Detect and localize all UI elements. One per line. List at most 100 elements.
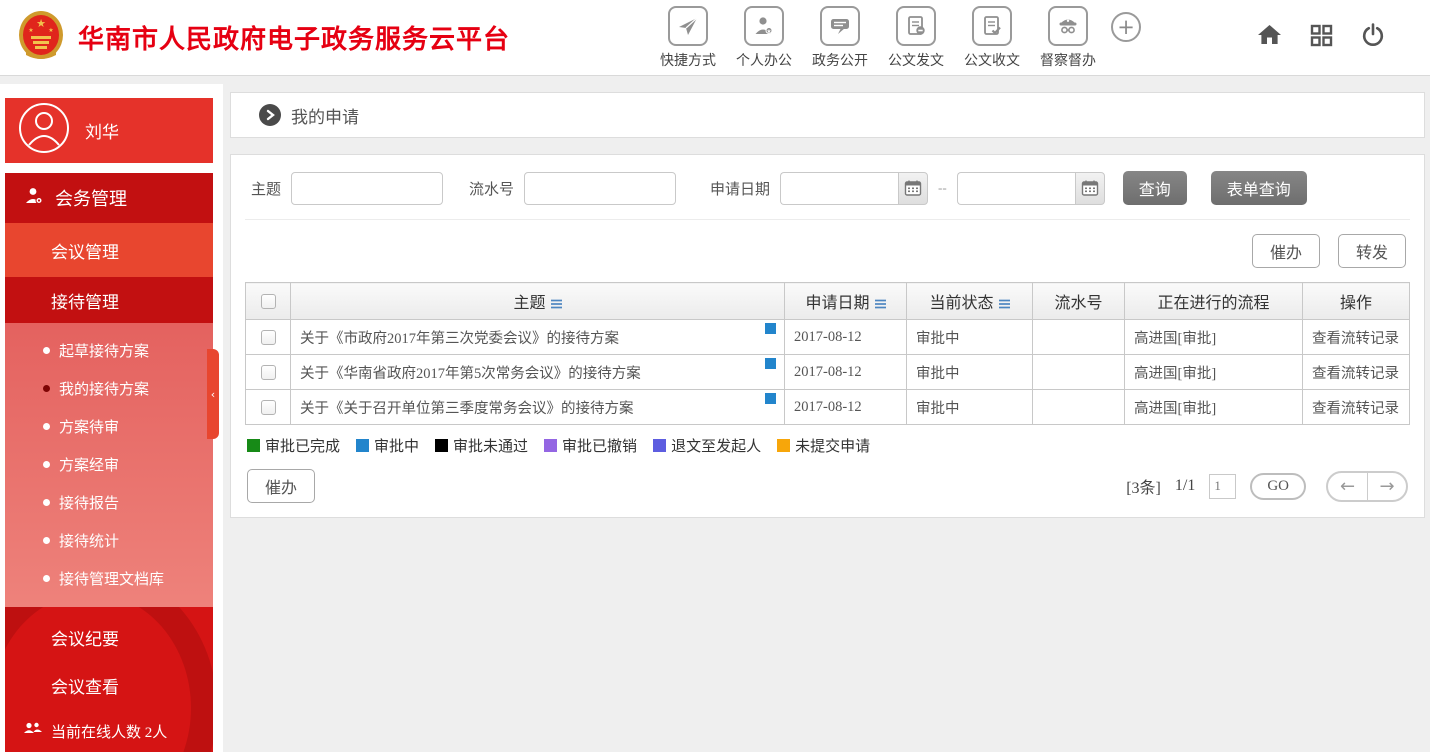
- row-subject-link[interactable]: 关于《关于召开单位第三季度常务会议》的接待方案: [300, 401, 634, 417]
- user-name: 刘华: [85, 118, 119, 143]
- send-icon: [668, 6, 708, 46]
- home-icon[interactable]: [1256, 22, 1283, 53]
- row-serial: [1033, 390, 1125, 425]
- sidebar-item-huiwu-guanli[interactable]: 会务管理: [5, 173, 213, 223]
- sidebar-item-label: 会务管理: [55, 185, 127, 211]
- sidebar-subitem-label: 方案经审: [59, 454, 119, 475]
- forward-button[interactable]: 转发: [1338, 234, 1406, 268]
- sidebar-subitem-label: 起草接待方案: [59, 340, 149, 361]
- sidebar-subitem-jiedai-baogao[interactable]: 接待报告: [5, 483, 213, 521]
- view-flow-record-link[interactable]: 查看流转记录: [1303, 320, 1410, 355]
- urge-button[interactable]: 催办: [1252, 234, 1320, 268]
- quick-item-label: 政务公开: [807, 50, 873, 70]
- subject-input[interactable]: [291, 172, 443, 205]
- view-flow-record-link[interactable]: 查看流转记录: [1303, 355, 1410, 390]
- table-header-row: 主题 申请日期 当前状态 流水号 正在进行的流程 操作: [246, 283, 1410, 320]
- sidebar-item-jiedai-guanli[interactable]: 接待管理: [5, 277, 213, 323]
- top-bar: ★ ★ ★ 华南市人民政府电子政务服务云平台 快捷方式 ★ 个人办公: [0, 0, 1430, 76]
- column-flow: 正在进行的流程: [1125, 283, 1303, 320]
- column-date[interactable]: 申请日期: [785, 283, 907, 320]
- page-input[interactable]: [1209, 474, 1236, 499]
- quick-item-shortcut[interactable]: 快捷方式: [655, 6, 721, 70]
- brand: ★ ★ ★ 华南市人民政府电子政务服务云平台: [0, 10, 560, 65]
- status-indicator: [765, 323, 776, 334]
- sidebar-collapse-handle[interactable]: ‹: [207, 349, 219, 439]
- prev-page-button[interactable]: ←: [1328, 473, 1367, 500]
- quick-item-label: 公文收文: [959, 50, 1025, 70]
- table-footer: 催办 [3条] 1/1 GO ← →: [245, 469, 1410, 503]
- sidebar-subitem-jiedai-tongji[interactable]: 接待统计: [5, 521, 213, 559]
- sidebar-item-label: 会议纪要: [51, 625, 119, 650]
- sidebar-subitem-label: 我的接待方案: [59, 378, 149, 399]
- sort-icon[interactable]: [551, 296, 562, 314]
- bullet-icon: [43, 499, 50, 506]
- bullet-icon-active: [43, 385, 50, 392]
- svg-text:★: ★: [28, 27, 33, 34]
- row-flow: 高进国[审批]: [1125, 320, 1303, 355]
- add-shortcut-button[interactable]: +: [1111, 12, 1141, 42]
- legend-item: 未提交申请: [777, 435, 870, 456]
- sidebar-subitem-fangan-daishen[interactable]: 方案待审: [5, 407, 213, 445]
- status-indicator: [765, 393, 776, 404]
- date-to-input[interactable]: [957, 172, 1075, 205]
- status-legend: 审批已完成 审批中 审批未通过 审批已撤销 退文至发起人 未提交申请: [247, 435, 1408, 456]
- sort-icon[interactable]: [875, 296, 886, 314]
- quick-item-supervision[interactable]: 督察督办: [1035, 6, 1101, 70]
- row-checkbox[interactable]: [261, 330, 276, 345]
- chat-bubble-icon: [820, 6, 860, 46]
- row-checkbox[interactable]: [261, 400, 276, 415]
- row-serial: [1033, 320, 1125, 355]
- svg-text:★: ★: [48, 27, 53, 34]
- sidebar-submenu: 起草接待方案 我的接待方案 方案待审 方案经审 接待报告 接待统计: [5, 323, 213, 607]
- row-subject-link[interactable]: 关于《市政府2017年第三次党委会议》的接待方案: [300, 331, 619, 347]
- sidebar-subitem-fangan-jingshen[interactable]: 方案经审: [5, 445, 213, 483]
- next-page-button[interactable]: →: [1367, 473, 1406, 500]
- sidebar: 刘华 会务管理 会议管理 接待管理 起草接待方案 我的接待方案: [0, 84, 223, 752]
- quick-menu: 快捷方式 ★ 个人办公 政务公开 公文发文 公文收文: [655, 6, 1141, 70]
- go-button[interactable]: GO: [1250, 473, 1306, 500]
- row-subject-link[interactable]: 关于《华南省政府2017年第5次常务会议》的接待方案: [300, 366, 641, 382]
- sidebar-item-label: 接待管理: [51, 288, 119, 313]
- sidebar-subitem-jiedai-wendangku[interactable]: 接待管理文档库: [5, 559, 213, 597]
- row-serial: [1033, 355, 1125, 390]
- form-query-button[interactable]: 表单查询: [1211, 171, 1307, 205]
- date-from-input[interactable]: [780, 172, 898, 205]
- user-card[interactable]: 刘华: [5, 98, 213, 163]
- quick-item-doc-dispatch[interactable]: 公文发文: [883, 6, 949, 70]
- calendar-icon[interactable]: [1075, 172, 1105, 205]
- urge-button-bottom[interactable]: 催办: [247, 469, 315, 503]
- bullet-icon: [43, 575, 50, 582]
- sidebar-item-huiyi-jiyao[interactable]: 会议纪要: [5, 613, 213, 661]
- quick-item-label: 督察督办: [1035, 50, 1101, 70]
- bullet-icon: [43, 461, 50, 468]
- applications-table: 主题 申请日期 当前状态 流水号 正在进行的流程 操作 关于《市政府2017年第…: [245, 282, 1410, 425]
- page-header: 我的申请: [230, 92, 1425, 138]
- sidebar-subitem-qicao-jiedai-fangan[interactable]: 起草接待方案: [5, 331, 213, 369]
- national-emblem-logo: ★ ★ ★: [18, 10, 64, 65]
- online-count-label: 当前在线人数 2人: [51, 721, 167, 742]
- sidebar-subitem-label: 接待统计: [59, 530, 119, 551]
- user-icon: ★: [744, 6, 784, 46]
- bullet-icon: [43, 347, 50, 354]
- apps-grid-icon[interactable]: [1309, 23, 1334, 53]
- quick-item-gov-public[interactable]: 政务公开: [807, 6, 873, 70]
- column-status[interactable]: 当前状态: [907, 283, 1033, 320]
- calendar-icon[interactable]: [898, 172, 928, 205]
- sidebar-item-huiyi-chakan[interactable]: 会议查看: [5, 661, 213, 709]
- quick-item-personal-office[interactable]: ★ 个人办公: [731, 6, 797, 70]
- query-button[interactable]: 查询: [1123, 171, 1187, 205]
- sidebar-item-huiyi-guanli[interactable]: 会议管理: [5, 223, 213, 277]
- quick-item-doc-receive[interactable]: 公文收文: [959, 6, 1025, 70]
- column-subject[interactable]: 主题: [291, 283, 785, 320]
- inspector-icon: [1048, 6, 1088, 46]
- serial-input[interactable]: [524, 172, 676, 205]
- sort-icon[interactable]: [999, 296, 1010, 314]
- power-icon[interactable]: [1360, 22, 1386, 53]
- view-flow-record-link[interactable]: 查看流转记录: [1303, 390, 1410, 425]
- row-checkbox[interactable]: [261, 365, 276, 380]
- select-all-checkbox[interactable]: [261, 294, 276, 309]
- row-flow: 高进国[审批]: [1125, 390, 1303, 425]
- legend-swatch: [544, 439, 557, 452]
- main-content: 我的申请 主题 流水号 申请日期 -- 查询 表单查询: [230, 84, 1425, 518]
- sidebar-subitem-wode-jiedai-fangan[interactable]: 我的接待方案: [5, 369, 213, 407]
